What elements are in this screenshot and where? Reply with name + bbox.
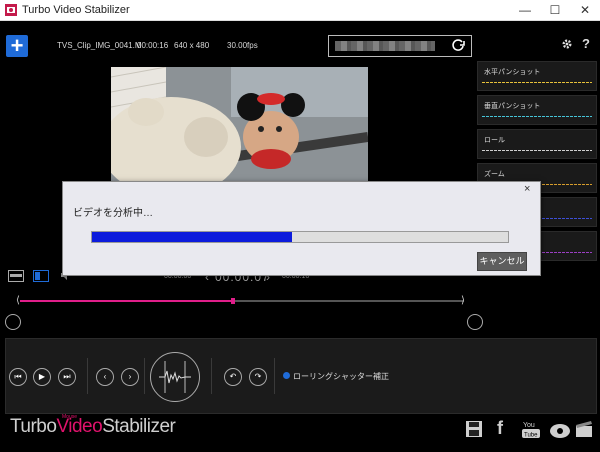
clapper-icon[interactable] bbox=[575, 420, 593, 438]
step-back-icon[interactable]: ‹ bbox=[96, 368, 114, 386]
timeline-track[interactable] bbox=[20, 300, 464, 302]
undo-icon[interactable]: ↶ bbox=[224, 368, 242, 386]
brand-logo: TurboVideoStabilizer bbox=[10, 416, 176, 438]
blurred-text bbox=[335, 41, 435, 51]
close-button[interactable]: ✕ bbox=[570, 0, 600, 20]
motion-panel-0[interactable]: 水平パンショット bbox=[477, 61, 597, 91]
single-view-icon[interactable] bbox=[8, 270, 24, 282]
go-to-end-icon[interactable]: ⏭ bbox=[58, 368, 76, 386]
window-title: Turbo Video Stabilizer bbox=[22, 4, 130, 16]
svg-text:Tube: Tube bbox=[524, 433, 538, 439]
niconico-icon[interactable] bbox=[549, 419, 571, 439]
search-box[interactable] bbox=[328, 35, 472, 57]
motion-panel-label: ズーム bbox=[484, 171, 505, 178]
youtube-icon[interactable]: You Tube bbox=[522, 419, 540, 439]
play-icon[interactable]: ▶ bbox=[33, 368, 51, 386]
refresh-icon[interactable] bbox=[451, 37, 465, 53]
brand-prefix: Turbo bbox=[10, 416, 57, 437]
waveform-icon bbox=[159, 361, 191, 393]
separator bbox=[211, 358, 212, 394]
separator bbox=[87, 358, 88, 394]
facebook-icon[interactable]: f bbox=[497, 418, 503, 439]
motion-panel-label: 水平パンショット bbox=[484, 69, 541, 76]
rolling-shutter-label: ローリングシャッター補正 bbox=[293, 372, 389, 381]
trim-end-marker[interactable]: ⟩ bbox=[461, 295, 465, 306]
analysis-progress-fill bbox=[92, 232, 292, 242]
motion-panel-graph bbox=[482, 150, 592, 151]
step-forward-icon[interactable]: › bbox=[121, 368, 139, 386]
help-icon[interactable]: ? bbox=[582, 36, 590, 51]
app-icon bbox=[5, 4, 17, 16]
svg-text:You: You bbox=[523, 422, 535, 429]
file-duration: 00:00:16 bbox=[137, 41, 169, 50]
minimize-button[interactable]: — bbox=[510, 0, 540, 20]
analysis-progress-bar bbox=[91, 231, 509, 243]
redo-icon[interactable]: ↷ bbox=[249, 368, 267, 386]
analyze-dialog: × ビデオを分析中… キャンセル bbox=[62, 181, 541, 276]
separator bbox=[274, 358, 275, 394]
motion-panel-graph bbox=[482, 82, 592, 83]
motion-panel-label: 垂直パンショット bbox=[484, 103, 541, 110]
trim-end-handle[interactable] bbox=[467, 314, 483, 330]
trim-start-handle[interactable] bbox=[5, 314, 21, 330]
trim-start-marker[interactable]: ⟨ bbox=[16, 295, 20, 306]
motion-panel-2[interactable]: ロール bbox=[477, 129, 597, 159]
separator bbox=[144, 358, 145, 394]
save-icon[interactable] bbox=[465, 420, 483, 438]
cancel-button[interactable]: キャンセル bbox=[477, 252, 527, 271]
stabilization-dial[interactable] bbox=[150, 352, 200, 402]
timeline-progress bbox=[20, 300, 234, 302]
file-name: TVS_Clip_IMG_0041.M bbox=[57, 41, 142, 50]
video-preview bbox=[111, 67, 368, 182]
gear-icon[interactable] bbox=[561, 38, 573, 50]
motion-panel-graph bbox=[482, 116, 592, 117]
rolling-shutter-indicator[interactable] bbox=[283, 372, 290, 379]
playhead[interactable] bbox=[231, 298, 236, 304]
file-resolution: 640 x 480 bbox=[174, 41, 210, 50]
add-video-button[interactable]: + bbox=[6, 35, 28, 57]
maximize-button[interactable]: ☐ bbox=[540, 0, 570, 20]
motion-panel-label: ロール bbox=[484, 137, 505, 144]
file-fps: 30.00fps bbox=[227, 41, 258, 50]
motion-panel-1[interactable]: 垂直パンショット bbox=[477, 95, 597, 125]
brand-sub: Mouse bbox=[62, 414, 78, 420]
dialog-message: ビデオを分析中… bbox=[73, 208, 153, 219]
brand-suffix: Stabilizer bbox=[102, 416, 176, 437]
go-to-start-icon[interactable]: ⏮ bbox=[9, 368, 27, 386]
dialog-close-button[interactable]: × bbox=[524, 183, 530, 195]
split-view-icon[interactable] bbox=[33, 270, 49, 282]
title-bar: Turbo Video Stabilizer — ☐ ✕ bbox=[0, 0, 600, 21]
